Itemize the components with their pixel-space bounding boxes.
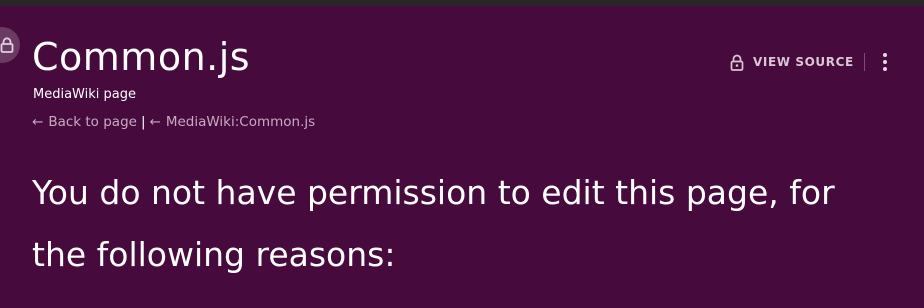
top-strip (0, 0, 924, 6)
back-to-page-label: Back to page (48, 114, 137, 130)
permission-message: You do not have permission to edit this … (32, 173, 835, 274)
divider (864, 53, 865, 71)
more-actions-button[interactable] (876, 50, 894, 74)
kebab-menu-icon (883, 60, 887, 64)
kebab-menu-icon (883, 53, 887, 57)
source-page-label: MediaWiki:Common.js (165, 114, 316, 130)
view-source-label: VIEW SOURCE (753, 55, 854, 69)
page-title: Common.js (32, 35, 251, 79)
arrow-left-icon: ← (149, 114, 161, 130)
source-page-link[interactable]: ← MediaWiki:Common.js (150, 113, 316, 131)
breadcrumb-separator: | (140, 114, 146, 130)
page-subtitle: MediaWiki page (33, 87, 136, 102)
back-to-page-link[interactable]: ← Back to page (32, 113, 137, 131)
view-source-button[interactable]: VIEW SOURCE (730, 51, 854, 73)
protection-badge[interactable] (0, 27, 20, 63)
kebab-menu-icon (883, 67, 887, 71)
arrow-left-icon: ← (32, 114, 44, 130)
lock-icon (0, 37, 14, 53)
lock-icon (730, 54, 744, 71)
breadcrumb: ← Back to page | ← MediaWiki:Common.js (32, 113, 315, 131)
